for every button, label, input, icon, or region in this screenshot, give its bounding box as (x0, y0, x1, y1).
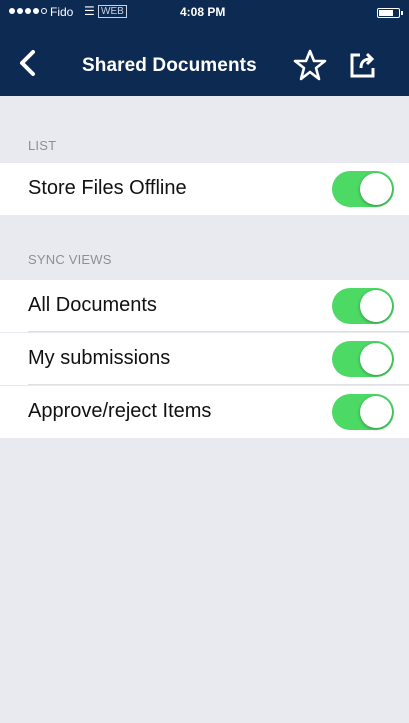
setting-label: My submissions (28, 347, 171, 369)
row-divider (28, 331, 409, 332)
navigation-bar: Shared Documents (0, 36, 409, 92)
header: Fido ☰ WEB 4:08 PM Shared Documents (0, 0, 409, 96)
app-screen: Fido ☰ WEB 4:08 PM Shared Documents LIST… (0, 0, 409, 723)
star-icon (293, 49, 327, 81)
battery-icon (377, 8, 403, 18)
share-button[interactable] (349, 51, 379, 79)
section-header-sync-views: SYNC VIEWS (28, 252, 112, 267)
setting-label: Store Files Offline (28, 177, 187, 199)
signal-strength-icon (9, 8, 47, 14)
page-title: Shared Documents (82, 55, 257, 76)
status-time: 4:08 PM (180, 5, 226, 19)
my-submissions-toggle[interactable] (332, 341, 394, 377)
row-divider (28, 384, 409, 385)
toggle-knob (360, 290, 392, 322)
favorite-button[interactable] (293, 49, 327, 81)
setting-label: All Documents (28, 294, 157, 316)
setting-row-store-files-offline: Store Files Offline (0, 163, 409, 215)
setting-label: Approve/reject Items (28, 400, 212, 422)
carrier-name: Fido (50, 5, 74, 19)
section-header-list: LIST (28, 138, 57, 153)
all-documents-toggle[interactable] (332, 288, 394, 324)
toggle-knob (360, 396, 392, 428)
status-bar: Fido ☰ WEB 4:08 PM (0, 0, 409, 26)
setting-row-my-submissions: My submissions (0, 333, 409, 385)
back-button[interactable] (14, 48, 42, 78)
store-files-offline-toggle[interactable] (332, 171, 394, 207)
setting-row-approve-reject-items: Approve/reject Items (0, 386, 409, 438)
share-icon (350, 52, 375, 78)
approve-reject-items-toggle[interactable] (332, 394, 394, 430)
network-badge: WEB (98, 5, 127, 18)
toggle-knob (360, 173, 392, 205)
chevron-left-icon (20, 50, 35, 76)
wifi-icon: ☰ (84, 4, 95, 18)
toggle-knob (360, 343, 392, 375)
setting-row-all-documents: All Documents (0, 280, 409, 332)
